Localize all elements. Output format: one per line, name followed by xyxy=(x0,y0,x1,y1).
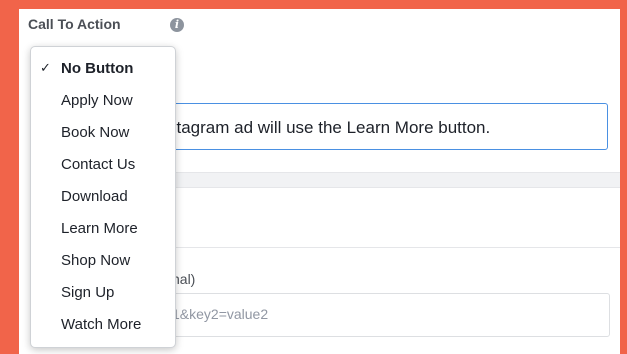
menu-item-apply-now[interactable]: Apply Now xyxy=(31,86,175,116)
menu-item-contact-us[interactable]: Contact Us xyxy=(31,150,175,180)
section-separator xyxy=(160,172,620,188)
notice-text: stagram ad will use the Learn More butto… xyxy=(168,118,491,137)
call-to-action-dropdown: ✓ No Button Apply Now Book Now Contact U… xyxy=(30,46,176,348)
menu-item-label: Contact Us xyxy=(61,156,136,173)
menu-item-download[interactable]: Download xyxy=(31,182,175,212)
highlight-frame-top xyxy=(0,0,627,9)
info-icon[interactable]: i xyxy=(170,18,184,32)
menu-item-learn-more[interactable]: Learn More xyxy=(31,214,175,244)
menu-item-label: No Button xyxy=(61,60,134,77)
highlight-frame-right xyxy=(620,0,627,354)
menu-item-no-button[interactable]: ✓ No Button xyxy=(31,54,175,84)
call-to-action-title: Call To Action xyxy=(28,16,121,32)
menu-item-label: Shop Now xyxy=(61,252,131,269)
menu-item-label: Download xyxy=(61,188,128,205)
divider xyxy=(160,247,620,248)
menu-item-label: Sign Up xyxy=(61,284,115,301)
menu-item-label: Apply Now xyxy=(61,92,133,109)
highlight-frame-left xyxy=(0,0,19,354)
menu-item-label: Learn More xyxy=(61,220,138,237)
checkmark-icon: ✓ xyxy=(40,61,51,76)
menu-item-shop-now[interactable]: Shop Now xyxy=(31,246,175,276)
menu-item-watch-more[interactable]: Watch More xyxy=(31,310,175,340)
url-parameters-placeholder: 1&key2=value2 xyxy=(172,306,269,322)
menu-item-label: Watch More xyxy=(61,316,142,333)
menu-item-sign-up[interactable]: Sign Up xyxy=(31,278,175,308)
menu-item-label: Book Now xyxy=(61,124,130,141)
menu-item-book-now[interactable]: Book Now xyxy=(31,118,175,148)
